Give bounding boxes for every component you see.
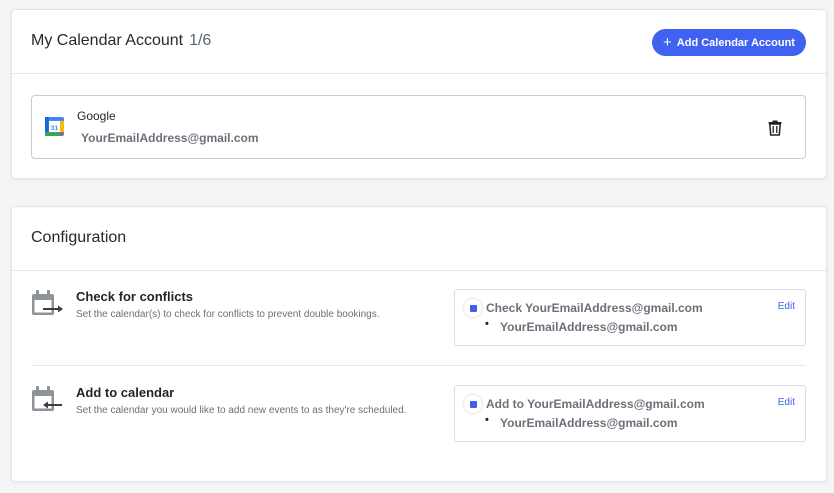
svg-text:31: 31 (51, 125, 59, 132)
calendar-icon (464, 299, 482, 317)
add-to-calendar-edit-link[interactable]: Edit (778, 397, 795, 408)
accounts-count: 1/6 (189, 32, 212, 49)
check-conflicts-calendar-box: Check YourEmailAddress@gmail.com • YourE… (454, 289, 806, 346)
calendar-arrow-in-icon (32, 386, 62, 411)
bullet-icon: • (485, 318, 489, 330)
check-conflicts-calendar-item: • YourEmailAddress@gmail.com (485, 318, 678, 334)
google-calendar-icon: 31 (45, 117, 64, 136)
check-conflicts-calendar-email: YourEmailAddress@gmail.com (500, 320, 678, 334)
account-email: YourEmailAddress@gmail.com (81, 131, 259, 145)
configuration-card: Configuration Check for conflicts Set th… (11, 206, 827, 482)
calendar-accounts-card: My Calendar Account 1/6 + Add Calendar Ac… (11, 9, 827, 179)
check-conflicts-title: Check for conflicts (76, 289, 194, 304)
add-to-calendar-item: • YourEmailAddress@gmail.com (485, 414, 678, 430)
section-divider (31, 365, 806, 366)
accounts-card-header: My Calendar Account 1/6 + Add Calendar Ac… (12, 10, 826, 74)
configuration-card-header: Configuration (12, 207, 826, 271)
account-provider-name: Google (77, 109, 116, 123)
calendar-arrow-out-icon (32, 290, 63, 315)
accounts-card-title: My Calendar Account 1/6 (31, 32, 211, 50)
check-conflicts-section: Check for conflicts Set the calendar(s) … (31, 289, 806, 365)
plus-icon: + (663, 34, 672, 51)
calendar-account-row: 31 Google YourEmailAddress@gmail.com (31, 95, 806, 159)
check-conflicts-edit-link[interactable]: Edit (778, 301, 795, 312)
check-conflicts-description: Set the calendar(s) to check for conflic… (76, 309, 380, 320)
bullet-icon: • (485, 414, 489, 426)
add-calendar-account-button[interactable]: + Add Calendar Account (652, 29, 806, 56)
add-to-calendar-section: Add to calendar Set the calendar you wou… (31, 385, 806, 461)
calendar-icon (464, 395, 482, 413)
add-to-calendar-title: Add to calendar (76, 385, 175, 400)
check-conflicts-calendar-main: Check YourEmailAddress@gmail.com (486, 301, 703, 315)
trash-icon[interactable] (767, 119, 783, 136)
add-to-calendar-email: YourEmailAddress@gmail.com (500, 416, 678, 430)
add-to-calendar-description: Set the calendar you would like to add n… (76, 405, 407, 416)
add-to-calendar-box: Add to YourEmailAddress@gmail.com • Your… (454, 385, 806, 442)
add-calendar-account-label: Add Calendar Account (676, 36, 795, 49)
accounts-title-text: My Calendar Account (31, 32, 184, 49)
add-to-calendar-main: Add to YourEmailAddress@gmail.com (486, 397, 705, 411)
configuration-title: Configuration (31, 229, 127, 246)
